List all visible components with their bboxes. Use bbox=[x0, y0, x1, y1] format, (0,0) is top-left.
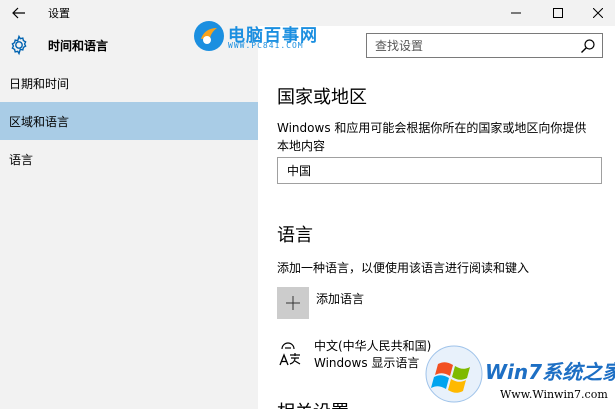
windows-logo-icon bbox=[425, 345, 483, 403]
minimize-button[interactable] bbox=[496, 0, 536, 26]
back-button[interactable] bbox=[0, 0, 38, 26]
region-heading: 国家或地区 bbox=[277, 87, 367, 108]
search-input[interactable] bbox=[367, 34, 567, 57]
corner-watermark: Win7系统之家 Www.Winwin7.com bbox=[420, 334, 615, 409]
sidebar: 时间和语言 日期和时间 区域和语言 语言 bbox=[0, 26, 258, 409]
search-box[interactable] bbox=[366, 33, 603, 58]
language-item-subtitle: Windows 显示语言 bbox=[314, 356, 420, 370]
sidebar-item-label: 区域和语言 bbox=[9, 114, 70, 129]
sidebar-item-date-time[interactable]: 日期和时间 bbox=[0, 64, 258, 102]
plus-icon bbox=[286, 296, 300, 310]
minimize-icon bbox=[511, 12, 521, 14]
sidebar-title: 时间和语言 bbox=[48, 39, 109, 53]
language-description: 添加一种语言，以便使用该语言进行阅读和键入 bbox=[277, 261, 530, 275]
sidebar-item-region-language[interactable]: 区域和语言 bbox=[0, 102, 258, 140]
maximize-icon bbox=[553, 8, 563, 18]
related-settings-heading: 相关设置 bbox=[277, 398, 349, 409]
window-title: 设置 bbox=[48, 7, 70, 20]
corner-watermark-text: Win7系统之家 bbox=[485, 360, 615, 384]
language-icon bbox=[279, 342, 301, 366]
sidebar-item-label: 日期和时间 bbox=[9, 76, 70, 91]
add-language-label[interactable]: 添加语言 bbox=[316, 290, 364, 307]
language-heading: 语言 bbox=[277, 225, 313, 246]
language-item-name[interactable]: 中文(中华人民共和国) bbox=[314, 337, 431, 354]
search-icon bbox=[581, 39, 595, 53]
region-dropdown[interactable]: 中国 bbox=[277, 157, 602, 184]
gear-icon bbox=[11, 34, 27, 56]
add-language-button[interactable] bbox=[277, 287, 309, 319]
sidebar-item-speech[interactable]: 语言 bbox=[0, 140, 258, 178]
back-arrow-icon bbox=[12, 7, 25, 19]
close-button[interactable] bbox=[578, 0, 615, 26]
sidebar-item-label: 语言 bbox=[9, 152, 34, 167]
region-description: Windows 和应用可能会根据你所在的国家或地区向你提供本地内容 bbox=[277, 121, 587, 153]
brand-watermark: 电脑百事网 WWW.PC841.COM bbox=[192, 19, 342, 53]
corner-watermark-url: Www.Winwin7.com bbox=[500, 388, 608, 401]
maximize-button[interactable] bbox=[538, 0, 578, 26]
brand-url: WWW.PC841.COM bbox=[228, 41, 304, 50]
brand-logo-icon bbox=[194, 21, 224, 51]
close-icon bbox=[593, 8, 603, 18]
region-dropdown-value: 中国 bbox=[287, 164, 312, 178]
